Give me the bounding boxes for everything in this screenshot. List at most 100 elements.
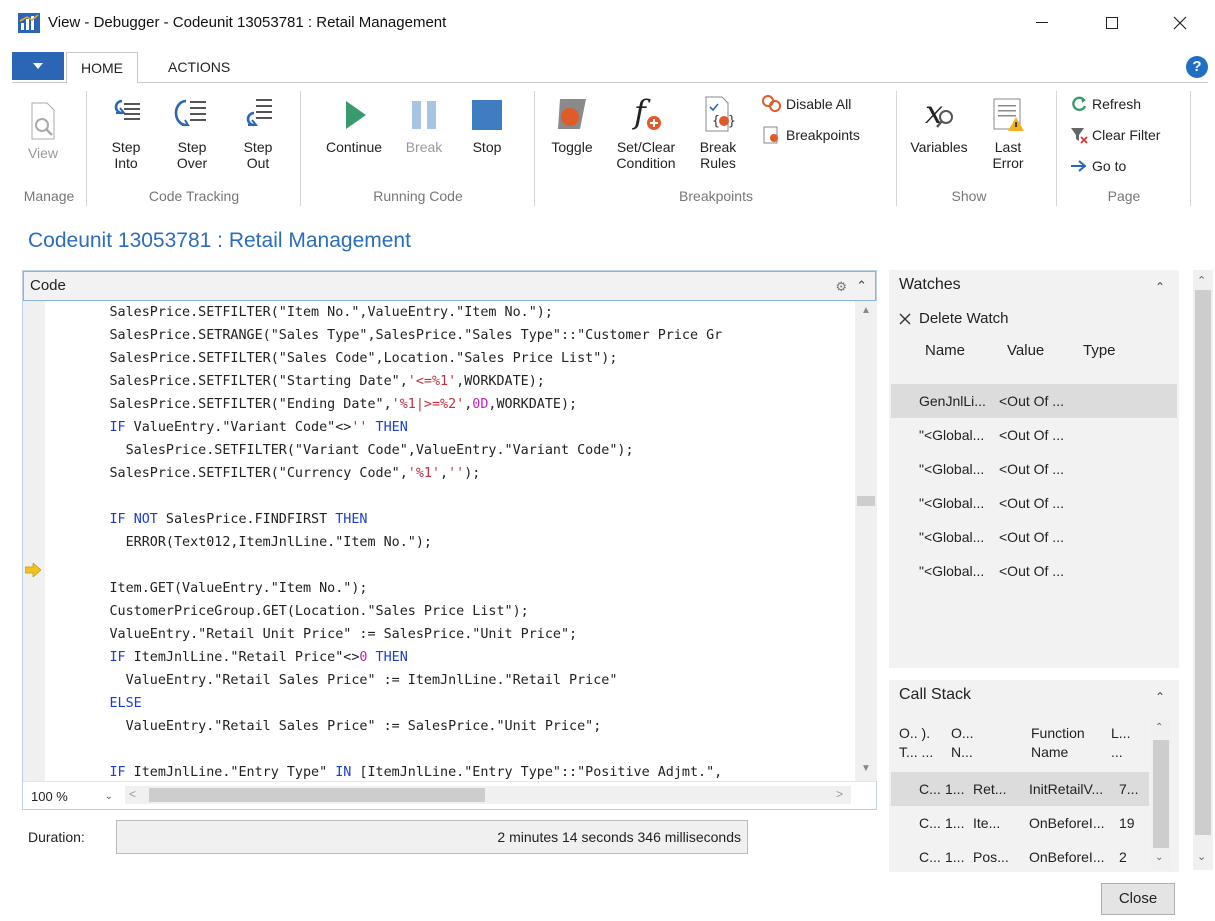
code-editor[interactable]: SalesPrice.SETFILTER("Item No.",ValueEnt… <box>45 301 855 781</box>
maximize-button[interactable] <box>1090 8 1134 38</box>
call-stack-cell: 19 <box>1119 815 1135 831</box>
call-stack-column-object-name[interactable]: O... N... <box>951 724 974 762</box>
call-stack-row[interactable]: C... 1... Ret... InitRetailV... 7... <box>891 772 1149 806</box>
scroll-up-icon[interactable]: ▲ <box>861 305 871 316</box>
code-panel-header[interactable]: Code ⚙ ⌃ <box>23 271 876 301</box>
scroll-down-icon[interactable]: ▼ <box>861 763 871 774</box>
duration-value: 2 minutes 14 seconds 346 milliseconds <box>116 820 748 854</box>
code-line[interactable]: IF ValueEntry."Variant Code"<>'' THEN <box>45 416 408 439</box>
code-line[interactable]: ELSE <box>45 692 142 715</box>
scroll-thumb[interactable] <box>857 496 875 506</box>
continue-button[interactable]: Continue <box>318 95 390 155</box>
code-line[interactable]: IF ItemJnlLine."Entry Type" IN [ItemJnlL… <box>45 761 723 781</box>
code-line[interactable]: IF NOT SalesPrice.FINDFIRST THEN <box>45 508 368 531</box>
close-window-button[interactable] <box>1158 8 1202 38</box>
function-icon: f <box>632 93 661 131</box>
break-button[interactable]: Break <box>398 95 450 155</box>
scroll-thumb[interactable] <box>1195 290 1211 835</box>
code-line[interactable]: ValueEntry."Retail Unit Price" := SalesP… <box>45 623 577 646</box>
call-stack-column-line[interactable]: L... ... <box>1111 724 1130 762</box>
call-stack-cell: Ret... <box>973 781 1007 797</box>
scroll-thumb[interactable] <box>1153 740 1169 848</box>
break-rules-label-1: Break <box>699 139 737 155</box>
close-button[interactable]: Close <box>1101 883 1175 915</box>
scroll-down-icon[interactable]: ⌄ <box>1197 850 1206 863</box>
set-clear-condition-button[interactable]: f Set/Clear Condition <box>608 91 684 171</box>
disable-all-button[interactable]: Disable All <box>762 95 851 113</box>
scroll-down-icon[interactable]: ⌄ <box>1155 852 1163 863</box>
call-stack-scrollbar[interactable]: ⌃ ⌄ <box>1151 720 1171 870</box>
call-stack-row[interactable]: C... 1... Pos... OnBeforeI... 2 <box>891 840 1149 874</box>
watches-title: Watches <box>899 276 961 293</box>
code-gutter[interactable] <box>23 301 45 781</box>
step-over-button[interactable]: Step Over <box>170 95 214 171</box>
watch-row[interactable]: "<Global... <Out Of ... <box>891 418 1177 452</box>
collapse-icon[interactable]: ⌃ <box>1155 690 1165 704</box>
code-line[interactable]: SalesPrice.SETFILTER("Starting Date",'<=… <box>45 370 544 393</box>
watches-column-name[interactable]: Name <box>925 342 965 359</box>
step-into-button[interactable]: Step Into <box>104 95 148 171</box>
call-stack-row[interactable]: C... 1... Ite... OnBeforeI... 19 <box>891 806 1149 840</box>
last-error-icon <box>993 98 1024 131</box>
view-button[interactable]: View <box>22 101 64 161</box>
stop-button[interactable]: Stop <box>464 95 510 155</box>
clear-filter-button[interactable]: Clear Filter <box>1070 126 1160 144</box>
scroll-up-icon[interactable]: ⌃ <box>1197 274 1206 287</box>
zoom-select[interactable]: 100 % ⌄ <box>25 786 119 806</box>
code-line[interactable]: SalesPrice.SETFILTER("Variant Code",Valu… <box>45 439 634 462</box>
scroll-left-icon[interactable]: < <box>129 787 136 801</box>
duration-label: Duration: <box>28 829 85 845</box>
refresh-button[interactable]: Refresh <box>1070 95 1141 113</box>
watch-value: <Out Of ... <box>999 495 1064 511</box>
code-line[interactable]: SalesPrice.SETRANGE("Sales Type",SalesPr… <box>45 324 722 347</box>
variables-button[interactable]: x Variables <box>904 91 974 155</box>
settings-icon[interactable]: ⚙ <box>835 279 847 295</box>
tab-actions[interactable]: ACTIONS <box>154 52 244 82</box>
watch-row[interactable]: GenJnlLi... <Out Of ... <box>891 384 1177 418</box>
breakpoints-list-button[interactable]: Breakpoints <box>762 126 860 144</box>
code-vertical-scrollbar[interactable]: ▲ ▼ <box>855 301 877 781</box>
call-stack-column-object-type[interactable]: O.. ). T... ... <box>899 724 933 762</box>
page-scrollbar[interactable]: ⌃ ⌄ <box>1193 270 1213 870</box>
call-stack-cell: 7... <box>1119 781 1139 797</box>
step-out-button[interactable]: Step Out <box>236 95 280 171</box>
code-line[interactable]: SalesPrice.SETFILTER("Item No.",ValueEnt… <box>45 301 552 324</box>
watches-column-value[interactable]: Value <box>1007 342 1044 359</box>
call-stack-column-label: ... <box>1111 744 1123 760</box>
hscroll-thumb[interactable] <box>149 788 485 802</box>
watch-row[interactable]: "<Global... <Out Of ... <box>891 554 1177 588</box>
code-line[interactable]: IF ItemJnlLine."Retail Price"<>0 THEN <box>45 646 408 669</box>
minimize-button[interactable] <box>1020 8 1064 38</box>
scroll-right-icon[interactable]: > <box>836 787 843 801</box>
code-line[interactable]: SalesPrice.SETFILTER("Ending Date",'%1|>… <box>45 393 577 416</box>
watch-row[interactable]: "<Global... <Out Of ... <box>891 486 1177 520</box>
code-line[interactable]: ValueEntry."Retail Sales Price" := ItemJ… <box>45 669 618 692</box>
code-line[interactable]: SalesPrice.SETFILTER("Sales Code",Locati… <box>45 347 617 370</box>
tab-home[interactable]: HOME <box>66 52 138 83</box>
watches-column-type[interactable]: Type <box>1083 342 1116 359</box>
code-horizontal-scrollbar[interactable]: < > <box>125 786 851 804</box>
step-over-label-2: Over <box>176 155 208 171</box>
break-rules-button[interactable]: { } Break Rules <box>692 93 744 171</box>
toggle-button[interactable]: Toggle <box>544 95 600 155</box>
delete-watch-button[interactable]: Delete Watch <box>899 310 1008 327</box>
watch-row[interactable]: "<Global... <Out Of ... <box>891 520 1177 554</box>
help-icon[interactable]: ? <box>1186 56 1208 78</box>
continue-label: Continue <box>325 139 383 155</box>
code-line[interactable]: CustomerPriceGroup.GET(Location."Sales P… <box>45 600 528 623</box>
code-line[interactable]: Item.GET(ValueEntry."Item No."); <box>45 577 367 600</box>
code-line[interactable]: SalesPrice.SETFILTER("Currency Code",'%1… <box>45 462 480 485</box>
go-to-button[interactable]: Go to <box>1070 158 1126 174</box>
collapse-icon[interactable]: ⌃ <box>856 278 867 294</box>
group-running-code-label: Running Code <box>373 188 463 204</box>
call-stack-cell: C... <box>919 849 941 865</box>
code-line[interactable]: ERROR(Text012,ItemJnlLine."Item No."); <box>45 531 432 554</box>
last-error-button[interactable]: Last Error <box>986 95 1030 171</box>
collapse-icon[interactable]: ⌃ <box>1155 280 1165 294</box>
code-line[interactable]: ValueEntry."Retail Sales Price" := Sales… <box>45 715 602 738</box>
scroll-up-icon[interactable]: ⌃ <box>1155 722 1163 733</box>
call-stack-column-function-name[interactable]: Function Name <box>1031 724 1085 762</box>
app-menu-dropdown[interactable] <box>12 52 64 80</box>
watch-value: <Out Of ... <box>999 461 1064 477</box>
watch-row[interactable]: "<Global... <Out Of ... <box>891 452 1177 486</box>
